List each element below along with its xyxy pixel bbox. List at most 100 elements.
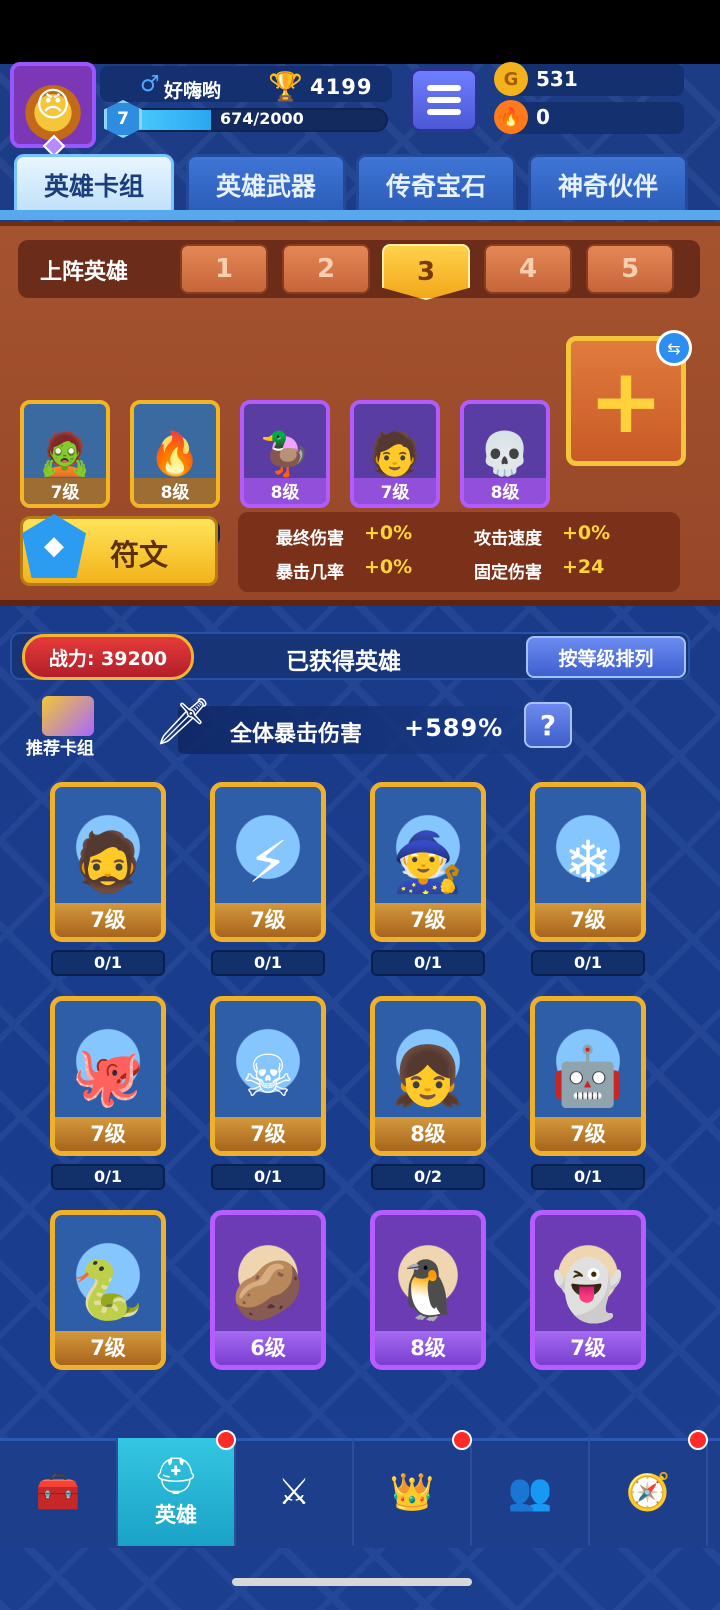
hero-level: 8级 xyxy=(464,478,546,504)
menu-line-icon xyxy=(427,85,461,91)
energy-amount: 0 xyxy=(536,105,550,129)
hero-level: 7级 xyxy=(535,1117,641,1151)
menu-line-icon xyxy=(427,109,461,115)
hero-card-count: 0/1 xyxy=(51,950,165,976)
hero-portrait-icon: 👧 xyxy=(391,1041,465,1110)
hero-card-count: 0/1 xyxy=(371,950,485,976)
nav-social[interactable]: 👥 xyxy=(472,1438,590,1546)
sword-icon: 🗡 xyxy=(154,694,213,748)
rune-label: 符文 xyxy=(110,538,169,572)
lineup-slot-2[interactable]: 2 xyxy=(282,244,370,294)
stat-attack-speed-value: +0% xyxy=(562,522,611,544)
lineup-slot-1[interactable]: 1 xyxy=(180,244,268,294)
hero-level: 7级 xyxy=(55,903,161,937)
crit-damage-value: +589% xyxy=(404,714,504,742)
stat-fixed-damage-label: 固定伤害 xyxy=(474,563,542,583)
tab-legend-gem[interactable]: 传奇宝石 xyxy=(356,154,516,212)
hero-level: 7级 xyxy=(55,1331,161,1365)
hero-level: 8级 xyxy=(375,1331,481,1365)
hero-level: 8级 xyxy=(244,478,326,504)
tab-underline xyxy=(0,210,720,220)
hero-level: 8级 xyxy=(134,478,216,504)
trophy-count: 4199 xyxy=(310,75,373,99)
hero-card-count: 0/1 xyxy=(531,1164,645,1190)
hero-portrait-icon: 🧙 xyxy=(391,827,465,896)
nav-ranking[interactable]: 👑 xyxy=(354,1438,472,1546)
hero-portrait-icon: 🧔 xyxy=(71,827,145,896)
owned-hero-card[interactable]: ⚡ 7级 xyxy=(210,782,326,942)
treasure-chest-icon: 🧰 xyxy=(35,1472,81,1513)
owned-hero-card[interactable]: 🥔 6级 xyxy=(210,1210,326,1370)
owned-hero-card[interactable]: 🧙 7级 xyxy=(370,782,486,942)
menu-button[interactable] xyxy=(410,68,478,132)
lineup-label: 上阵英雄 xyxy=(40,260,129,285)
player-avatar[interactable]: 😠 xyxy=(10,62,96,158)
power-badge: 战力: 39200 xyxy=(22,634,194,680)
hero-card-count: 0/1 xyxy=(211,1164,325,1190)
hero-portrait-icon: 🦆 xyxy=(258,429,312,478)
xp-text: 674/2000 xyxy=(220,109,304,128)
notification-dot xyxy=(452,1430,472,1450)
tab-hero-weapon[interactable]: 英雄武器 xyxy=(186,154,346,212)
crossed-swords-icon: ⚔ xyxy=(277,1471,311,1513)
hero-portrait-icon: 💀 xyxy=(478,429,532,478)
hero-card-count: 0/1 xyxy=(51,1164,165,1190)
nav-shop[interactable]: 🧰 xyxy=(0,1438,118,1546)
menu-line-icon xyxy=(427,97,461,103)
hero-portrait-icon: 👻 xyxy=(551,1255,625,1324)
hero-portrait-icon: 🐙 xyxy=(71,1041,145,1110)
hero-portrait-icon: 🐍 xyxy=(71,1255,145,1324)
stat-fixed-damage-value: +24 xyxy=(562,556,605,578)
hero-level: 7级 xyxy=(375,903,481,937)
recommended-deck-label[interactable]: 推荐卡组 xyxy=(26,734,94,759)
owned-hero-card[interactable]: 🐙 7级 xyxy=(50,996,166,1156)
sort-by-level-button[interactable]: 按等级排列 xyxy=(526,636,686,678)
gender-icon: ♂ xyxy=(140,72,160,97)
stat-attack-speed-label: 攻击速度 xyxy=(474,529,542,549)
lineup-slot-5[interactable]: 5 xyxy=(586,244,674,294)
owned-hero-card[interactable]: 👧 8级 xyxy=(370,996,486,1156)
owned-hero-card[interactable]: 🧔 7级 xyxy=(50,782,166,942)
stat-crit-chance-value: +0% xyxy=(364,556,413,578)
compass-icon: 🧭 xyxy=(625,1472,671,1513)
lineup-hero-card[interactable]: 🔥 8级 xyxy=(130,400,220,508)
nav-heroes[interactable]: ⛑ 英雄 xyxy=(118,1438,236,1546)
gold-coin-icon: G xyxy=(494,62,528,96)
nav-battle[interactable]: ⚔ xyxy=(236,1438,354,1546)
tab-hero-deck[interactable]: 英雄卡组 xyxy=(14,154,174,212)
hero-portrait-icon: 🤖 xyxy=(551,1041,625,1110)
lineup-hero-card[interactable]: 🧟 7级 xyxy=(20,400,110,508)
lineup-hero-card[interactable]: 🦆 8级 xyxy=(240,400,330,508)
crit-damage-label: 全体暴击伤害 xyxy=(230,722,363,747)
swap-icon[interactable]: ⇆ xyxy=(656,330,692,366)
notification-dot xyxy=(216,1430,236,1450)
nav-explore[interactable]: 🧭 xyxy=(590,1438,708,1546)
lineup-slot-4[interactable]: 4 xyxy=(484,244,572,294)
recommended-deck-icon[interactable] xyxy=(42,696,94,736)
avatar-icon: 😠 xyxy=(35,85,71,125)
home-indicator xyxy=(232,1578,472,1586)
owned-hero-card[interactable]: 🤖 7级 xyxy=(530,996,646,1156)
stat-crit-chance-label: 暴击几率 xyxy=(276,563,344,583)
owned-hero-card[interactable]: ❄ 7级 xyxy=(530,782,646,942)
player-name: 好嗨哟 xyxy=(164,80,222,102)
lineup-hero-card[interactable]: 🧑 7级 xyxy=(350,400,440,508)
owned-hero-card[interactable]: 👻 7级 xyxy=(530,1210,646,1370)
hero-level: 8级 xyxy=(375,1117,481,1151)
hero-level: 6级 xyxy=(215,1331,321,1365)
tab-magic-partner[interactable]: 神奇伙伴 xyxy=(528,154,688,212)
hero-level: 7级 xyxy=(55,1117,161,1151)
hero-portrait-icon: ☠ xyxy=(242,1042,294,1110)
lineup-hero-card[interactable]: 💀 8级 xyxy=(460,400,550,508)
hero-portrait-icon: 🧑 xyxy=(368,429,422,478)
help-button[interactable]: ? xyxy=(524,702,572,748)
hero-level: 7级 xyxy=(215,903,321,937)
owned-hero-card[interactable]: 🐧 8级 xyxy=(370,1210,486,1370)
helmet-icon: ⛑ xyxy=(153,1456,199,1497)
owned-hero-card[interactable]: 🐍 7级 xyxy=(50,1210,166,1370)
hero-level: 7级 xyxy=(535,1331,641,1365)
hero-portrait-icon: 🔥 xyxy=(148,429,202,478)
owned-hero-card[interactable]: ☠ 7级 xyxy=(210,996,326,1156)
nav-label: 英雄 xyxy=(155,1503,197,1527)
friends-icon: 👥 xyxy=(507,1472,553,1513)
